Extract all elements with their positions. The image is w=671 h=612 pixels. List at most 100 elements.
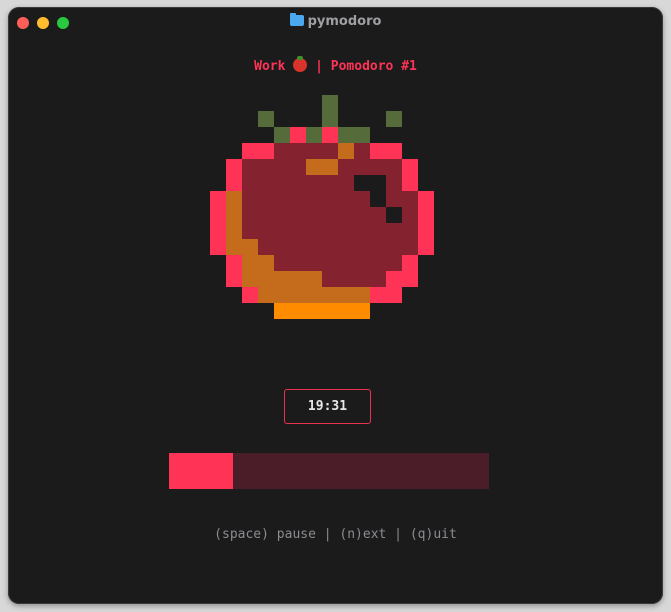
tomato-pixel — [338, 255, 354, 271]
tomato-pixel — [322, 95, 338, 111]
tomato-pixel — [354, 255, 370, 271]
tomato-pixel — [386, 239, 402, 255]
tomato-pixel — [290, 239, 306, 255]
tomato-pixel — [386, 223, 402, 239]
tomato-pixel — [258, 255, 274, 271]
tomato-pixel — [258, 223, 274, 239]
tomato-pixel — [322, 239, 338, 255]
tomato-pixel — [258, 111, 274, 127]
tomato-pixel — [258, 207, 274, 223]
tomato-pixel — [354, 223, 370, 239]
tomato-pixel — [242, 175, 258, 191]
tomato-pixel — [306, 127, 322, 143]
tomato-pixel — [274, 207, 290, 223]
tomato-pixel — [226, 255, 242, 271]
tomato-pixel — [370, 159, 386, 175]
tomato-pixel — [386, 287, 402, 303]
timer-text: 19:31 — [307, 399, 348, 414]
tomato-pixel — [338, 127, 354, 143]
tomato-pixel — [242, 239, 258, 255]
tomato-emoji-icon — [293, 56, 308, 72]
tomato-pixel — [370, 143, 386, 159]
progress-bar — [169, 453, 489, 489]
tomato-pixel — [354, 175, 370, 191]
session-header: Work | Pomodoro #1 — [8, 56, 663, 74]
tomato-pixel — [322, 255, 338, 271]
tomato-pixel — [338, 287, 354, 303]
tomato-pixel — [370, 287, 386, 303]
tomato-pixel — [402, 191, 418, 207]
tomato-pixel — [274, 303, 290, 319]
tomato-pixel — [402, 159, 418, 175]
tomato-pixel — [338, 271, 354, 287]
tomato-pixel — [258, 159, 274, 175]
tomato-pixel — [306, 271, 322, 287]
tomato-pixel — [322, 271, 338, 287]
tomato-pixel — [274, 159, 290, 175]
tomato-pixel — [274, 143, 290, 159]
tomato-pixel — [402, 255, 418, 271]
tomato-pixel — [370, 255, 386, 271]
tomato-pixel — [210, 223, 226, 239]
tomato-pixel — [386, 207, 402, 223]
tomato-pixel — [338, 239, 354, 255]
tomato-pixel — [338, 207, 354, 223]
session-label: Pomodoro #1 — [330, 59, 417, 74]
tomato-pixel — [242, 223, 258, 239]
tomato-pixel — [290, 223, 306, 239]
tomato-pixel — [306, 207, 322, 223]
tomato-pixel — [322, 207, 338, 223]
tomato-pixel — [402, 239, 418, 255]
tomato-pixel — [354, 159, 370, 175]
tomato-pixel — [274, 223, 290, 239]
tomato-pixel — [306, 191, 322, 207]
tomato-pixel — [274, 255, 290, 271]
tomato-pixel — [418, 223, 434, 239]
tomato-pixel — [322, 303, 338, 319]
tomato-pixel — [370, 207, 386, 223]
tomato-pixel — [210, 191, 226, 207]
tomato-pixel — [242, 271, 258, 287]
tomato-pixel — [354, 127, 370, 143]
tomato-pixel — [226, 175, 242, 191]
tomato-pixel — [290, 255, 306, 271]
header-separator: | — [315, 59, 323, 74]
folder-icon — [289, 13, 304, 26]
tomato-pixel — [322, 127, 338, 143]
tomato-pixel — [306, 143, 322, 159]
tomato-pixel — [242, 255, 258, 271]
tomato-pixel — [258, 239, 274, 255]
tomato-pixel — [210, 239, 226, 255]
tomato-pixel — [322, 191, 338, 207]
tomato-pixel — [354, 239, 370, 255]
tomato-pixel — [370, 175, 386, 191]
tomato-pixel — [354, 207, 370, 223]
tomato-pixel — [306, 255, 322, 271]
tomato-pixel — [322, 143, 338, 159]
title-bar: pymodoro — [8, 7, 663, 37]
tomato-pixel — [274, 271, 290, 287]
tomato-pixel — [418, 239, 434, 255]
tomato-pixel — [338, 223, 354, 239]
tomato-pixel — [402, 207, 418, 223]
tomato-pixel — [370, 239, 386, 255]
tomato-pixel — [386, 111, 402, 127]
tomato-pixel — [226, 207, 242, 223]
tomato-pixel — [322, 159, 338, 175]
tomato-pixel — [338, 143, 354, 159]
tomato-pixel — [290, 127, 306, 143]
tomato-pixel — [306, 287, 322, 303]
tomato-pixel — [370, 191, 386, 207]
tomato-pixel — [290, 303, 306, 319]
tomato-pixel — [258, 143, 274, 159]
window-title: pymodoro — [8, 13, 663, 29]
tomato-pixel — [290, 143, 306, 159]
tomato-pixel — [402, 175, 418, 191]
tomato-pixel — [274, 175, 290, 191]
tomato-pixel — [210, 207, 226, 223]
tomato-pixel — [258, 271, 274, 287]
tomato-pixel — [386, 271, 402, 287]
tomato-pixel — [386, 143, 402, 159]
tomato-pixel — [386, 175, 402, 191]
tomato-pixel — [386, 191, 402, 207]
